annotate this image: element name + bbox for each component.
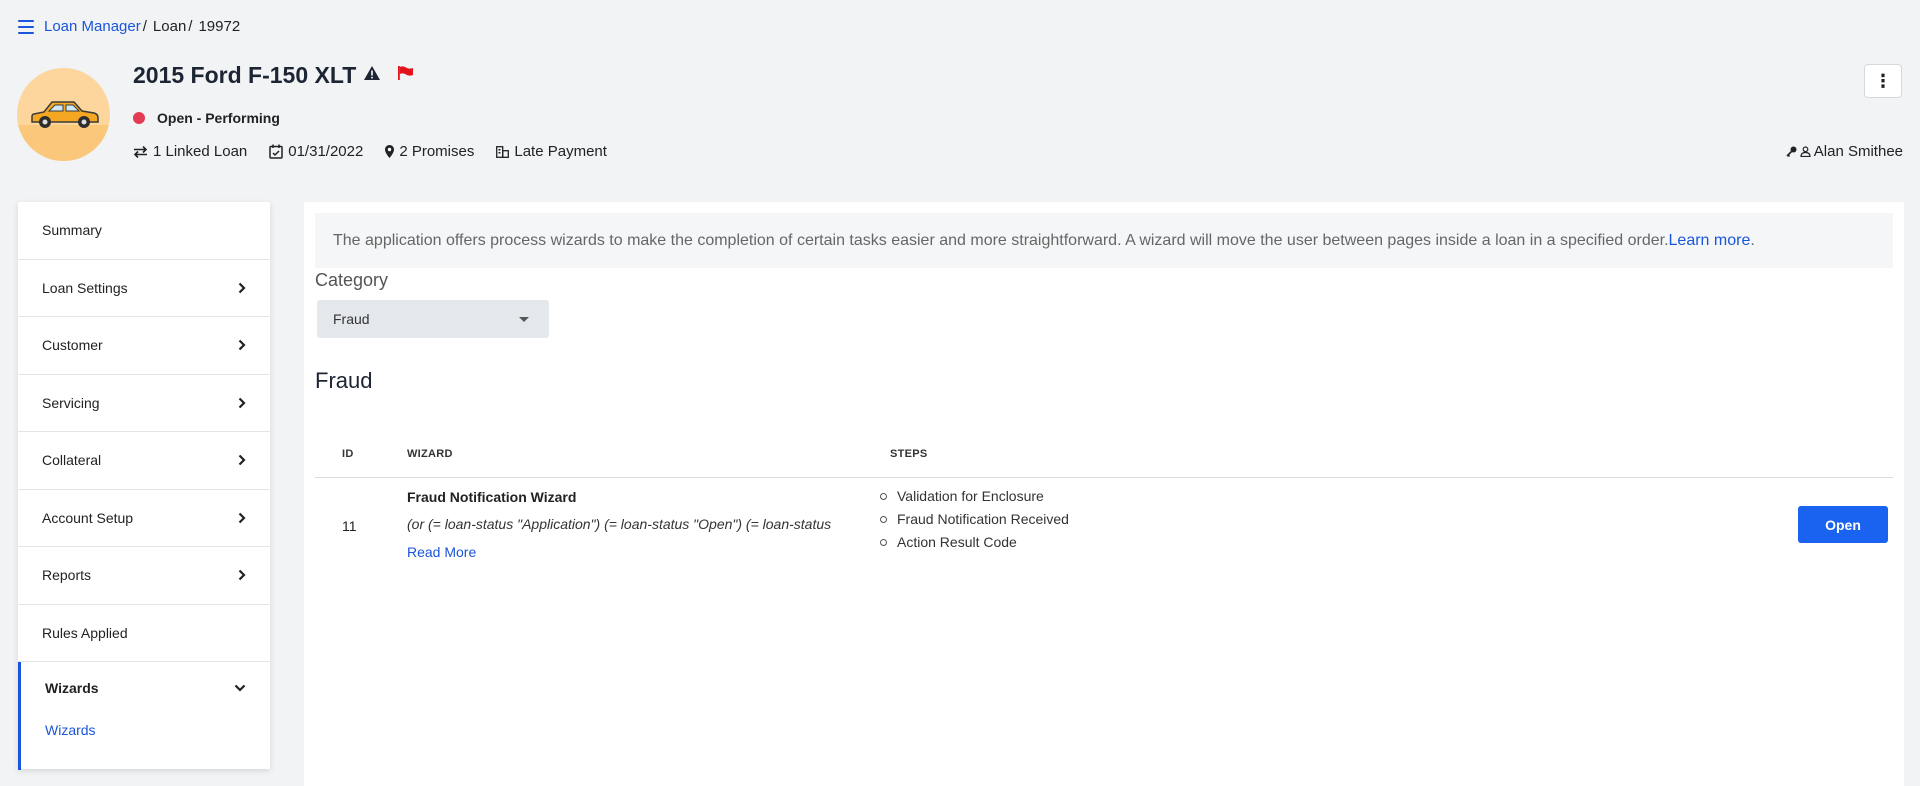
flag-icon[interactable] <box>398 66 414 85</box>
loan-date-label: 01/31/2022 <box>288 143 364 160</box>
chevron-right-icon <box>238 397 246 409</box>
breadcrumb-loan-id: 19972 <box>198 18 241 35</box>
sidebar-item-label: Servicing <box>42 394 100 411</box>
loan-date: 01/31/2022 <box>269 143 363 160</box>
info-text: The application offers process wizards t… <box>333 231 1669 249</box>
sidebar-item-label: Reports <box>42 567 92 584</box>
wizard-step: Validation for Enclosure <box>880 488 1069 504</box>
sidebar-item-collateral[interactable]: Collateral <box>18 432 270 490</box>
sidebar-subitem-wizards[interactable]: Wizards <box>18 714 270 770</box>
wizard-id: 11 <box>342 518 357 534</box>
warning-icon[interactable] <box>364 66 381 85</box>
late-payment[interactable]: Late Payment <box>496 143 607 160</box>
linked-loans[interactable]: 1 Linked Loan <box>133 143 247 160</box>
wizard-step: Fraud Notification Received <box>880 511 1069 527</box>
learn-more-link[interactable]: Learn more <box>1669 232 1751 250</box>
sidebar-item-label: Collateral <box>42 452 102 469</box>
status-text: Open - Performing <box>157 110 280 126</box>
late-payment-label: Late Payment <box>514 143 607 160</box>
promises-label: 2 Promises <box>399 143 475 160</box>
sidebar-item-wizards[interactable]: Wizards <box>18 662 270 714</box>
open-wizard-button[interactable]: Open <box>1798 506 1888 543</box>
section-title: Fraud <box>315 368 373 393</box>
wizard-condition: (or (= loan-status "Application") (= loa… <box>407 516 832 532</box>
building-icon <box>496 145 510 158</box>
more-options-button[interactable]: ⋮ <box>1864 64 1902 98</box>
user-name: Alan Smithee <box>1813 143 1903 160</box>
key-icon <box>1786 146 1797 157</box>
chevron-right-icon <box>238 512 246 524</box>
category-select[interactable]: Fraud <box>317 300 549 338</box>
header-id: ID <box>342 448 354 460</box>
breadcrumb-separator: / <box>142 18 147 35</box>
page-title: 2015 Ford F-150 XLT <box>133 62 357 88</box>
info-end: . <box>1750 231 1755 249</box>
map-pin-icon <box>385 145 395 158</box>
wizard-name: Fraud Notification Wizard <box>407 489 577 505</box>
sidebar-item-reports[interactable]: Reports <box>18 547 270 605</box>
loan-status: Open - Performing <box>133 110 280 126</box>
loan-meta: 1 Linked Loan 01/31/2022 2 Promises Late… <box>133 143 629 160</box>
calendar-check-icon <box>269 144 283 159</box>
promises[interactable]: 2 Promises <box>385 143 474 160</box>
loan-title-row: 2015 Ford F-150 XLT <box>133 62 414 89</box>
read-more-link[interactable]: Read More <box>407 544 476 560</box>
assigned-user[interactable]: Alan Smithee <box>1786 143 1903 160</box>
sidebar-item-label: Customer <box>42 337 103 354</box>
breadcrumb-loan-manager[interactable]: Loan Manager <box>44 18 141 35</box>
sidebar-item-label: Wizards <box>45 680 99 696</box>
table-row: 11 Fraud Notification Wizard (or (= loan… <box>315 478 1893 568</box>
header-steps: STEPS <box>890 448 928 460</box>
wizard-step: Action Result Code <box>880 534 1069 550</box>
chevron-right-icon <box>238 339 246 351</box>
sidebar-item-label: Loan Settings <box>42 279 128 296</box>
info-banner: The application offers process wizards t… <box>315 213 1893 268</box>
chevron-right-icon <box>238 569 246 581</box>
wizard-steps-list: Validation for Enclosure Fraud Notificat… <box>880 488 1069 557</box>
sidebar-item-summary[interactable]: Summary <box>18 202 270 260</box>
breadcrumb: Loan Manager / Loan / 19972 <box>18 18 240 35</box>
table-header: ID WIZARD STEPS <box>315 432 1893 478</box>
hamburger-menu-icon[interactable] <box>18 19 34 34</box>
car-avatar <box>17 68 110 161</box>
sidebar-item-label: Account Setup <box>42 509 134 526</box>
chevron-right-icon <box>238 454 246 466</box>
swap-icon <box>133 145 148 158</box>
category-select-value: Fraud <box>333 311 370 327</box>
status-dot <box>133 112 145 124</box>
sidebar-item-loan-settings[interactable]: Loan Settings <box>18 260 270 317</box>
user-icon <box>1800 146 1811 157</box>
breadcrumb-separator: / <box>188 18 193 35</box>
sidebar-item-label: Rules Applied <box>42 624 128 641</box>
sidebar: Summary Loan Settings Customer Servicing… <box>18 202 270 770</box>
car-icon <box>31 101 99 128</box>
breadcrumb-loan: Loan <box>152 18 187 35</box>
sidebar-item-rules-applied[interactable]: Rules Applied <box>18 605 270 662</box>
chevron-right-icon <box>238 282 246 294</box>
linked-loans-label: 1 Linked Loan <box>153 143 248 160</box>
chevron-down-icon <box>234 684 246 692</box>
caret-down-icon <box>519 316 529 322</box>
sidebar-item-label: Summary <box>42 222 102 239</box>
sidebar-item-customer[interactable]: Customer <box>18 317 270 375</box>
main-panel: The application offers process wizards t… <box>304 202 1904 786</box>
category-label: Category <box>315 270 389 290</box>
header-wizard: WIZARD <box>407 448 453 460</box>
sidebar-item-servicing[interactable]: Servicing <box>18 375 270 432</box>
sidebar-item-account-setup[interactable]: Account Setup <box>18 490 270 547</box>
